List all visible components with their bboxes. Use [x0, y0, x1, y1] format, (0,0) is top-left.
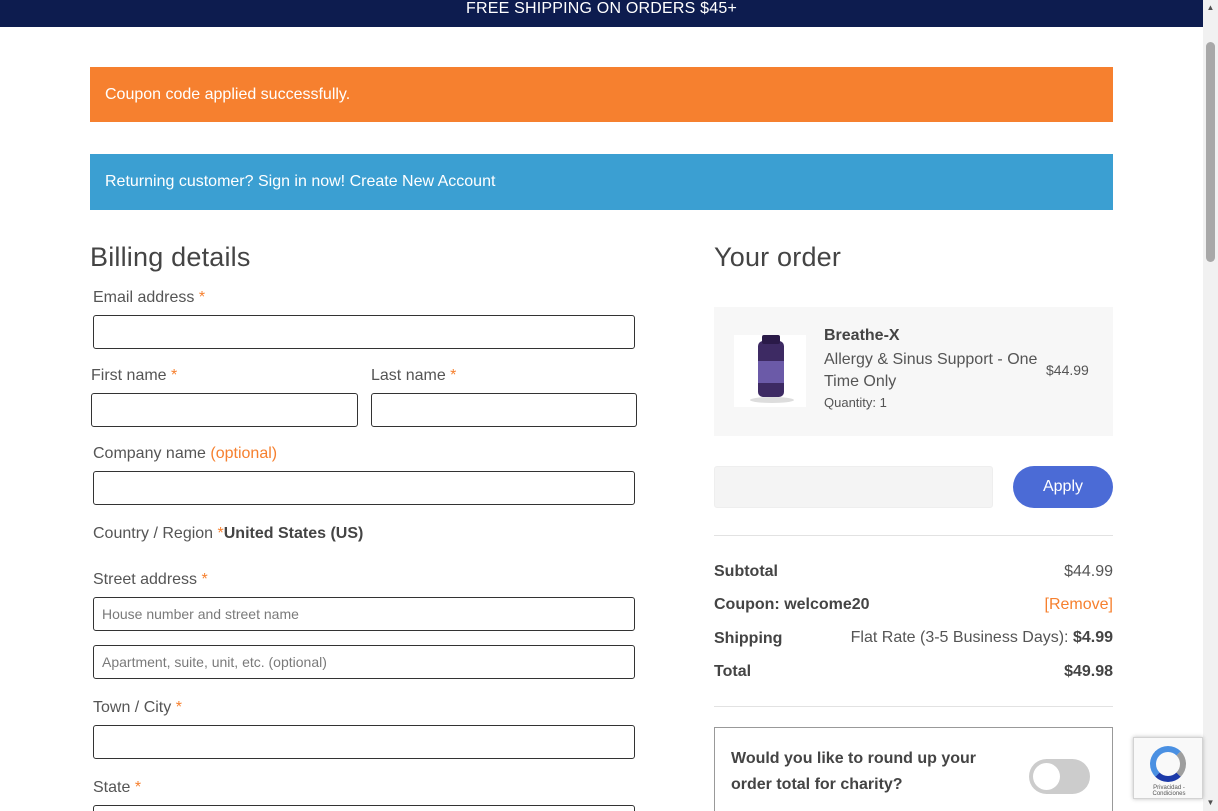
- first-name-label: First name *: [91, 367, 177, 385]
- company-field[interactable]: [93, 471, 635, 505]
- first-name-label-text: First name: [91, 367, 167, 384]
- city-field[interactable]: [93, 725, 635, 759]
- required-mark: *: [171, 367, 178, 384]
- remove-coupon-link[interactable]: [Remove]: [1045, 596, 1113, 614]
- shipping-price: $4.99: [1072, 629, 1113, 646]
- returning-customer-notice[interactable]: Returning customer? Sign in now! Create …: [90, 154, 1113, 210]
- country-label: Country / Region *United States (US): [93, 525, 363, 543]
- coupon-label: Coupon: welcome20: [714, 596, 870, 613]
- recaptcha-icon: [1150, 746, 1186, 782]
- recaptcha-badge[interactable]: Privacidad - Condiciones: [1133, 737, 1203, 799]
- product-price: $44.99: [1046, 362, 1089, 378]
- required-mark: *: [134, 779, 142, 796]
- city-label: Town / City *: [93, 699, 182, 717]
- scroll-up-arrow-icon[interactable]: ▲: [1203, 0, 1218, 16]
- shipping-label: Shipping: [714, 630, 783, 647]
- last-name-field[interactable]: [371, 393, 637, 427]
- order-item: Breathe-X Allergy & Sinus Support - One …: [714, 307, 1113, 436]
- recaptcha-links[interactable]: Privacidad - Condiciones: [1136, 785, 1202, 797]
- country-value: United States (US): [223, 525, 364, 542]
- street-label-text: Street address: [93, 571, 198, 588]
- billing-heading: Billing details: [90, 242, 251, 272]
- country-label-text: Country / Region: [93, 525, 214, 542]
- coupon-input[interactable]: [714, 466, 993, 508]
- shipping-method: Flat Rate (3-5 Business Days):: [850, 629, 1069, 646]
- shipping-value: Flat Rate (3-5 Business Days): $4.99: [851, 629, 1113, 647]
- divider: [714, 706, 1113, 707]
- product-name: Breathe-X: [824, 327, 900, 344]
- charity-roundup-box: Would you like to round up your order to…: [714, 727, 1113, 811]
- coupon-success-notice: Coupon code applied successfully.: [90, 67, 1113, 122]
- total-label: Total: [714, 663, 752, 680]
- charity-question: Would you like to round up your order to…: [731, 750, 977, 793]
- company-label: Company name (optional): [93, 445, 277, 463]
- state-select[interactable]: [93, 805, 635, 811]
- divider: [714, 535, 1113, 536]
- apartment-field[interactable]: [93, 645, 635, 679]
- shipping-banner: FREE SHIPPING ON ORDERS $45+: [0, 0, 1203, 27]
- required-mark: *: [450, 367, 457, 384]
- street-label: Street address *: [93, 571, 208, 589]
- scroll-thumb[interactable]: [1206, 42, 1215, 262]
- product-variant: Allergy & Sinus Support - One Time Only: [824, 351, 1038, 390]
- charity-toggle[interactable]: [1029, 759, 1090, 794]
- required-mark: *: [198, 289, 206, 306]
- street-address-field[interactable]: [93, 597, 635, 631]
- product-quantity: Quantity: 1: [824, 395, 887, 410]
- company-label-text: Company name: [93, 445, 206, 462]
- city-label-text: Town / City: [93, 699, 172, 716]
- email-label-text: Email address: [93, 289, 195, 306]
- email-label: Email address *: [93, 289, 205, 307]
- email-field[interactable]: [93, 315, 635, 349]
- page-scrollbar[interactable]: ▲ ▼: [1203, 0, 1218, 811]
- first-name-field[interactable]: [91, 393, 358, 427]
- subtotal-value: $44.99: [1064, 563, 1113, 580]
- last-name-label: Last name *: [371, 367, 456, 385]
- optional-mark: (optional): [210, 445, 278, 462]
- total-value: $49.98: [1064, 663, 1113, 680]
- bottle-shadow: [750, 397, 794, 403]
- bottle-cap: [762, 335, 780, 344]
- subtotal-label: Subtotal: [714, 563, 778, 580]
- toggle-knob: [1033, 763, 1060, 790]
- order-heading: Your order: [714, 242, 842, 272]
- last-name-label-text: Last name: [371, 367, 446, 384]
- required-mark: *: [175, 699, 182, 716]
- state-label: State *: [93, 779, 141, 797]
- state-label-text: State: [93, 779, 131, 796]
- required-mark: *: [201, 571, 208, 588]
- product-image: [734, 335, 806, 407]
- apply-coupon-button[interactable]: Apply: [1013, 466, 1113, 508]
- scroll-down-arrow-icon[interactable]: ▼: [1203, 795, 1218, 811]
- bottle-label: [758, 361, 784, 383]
